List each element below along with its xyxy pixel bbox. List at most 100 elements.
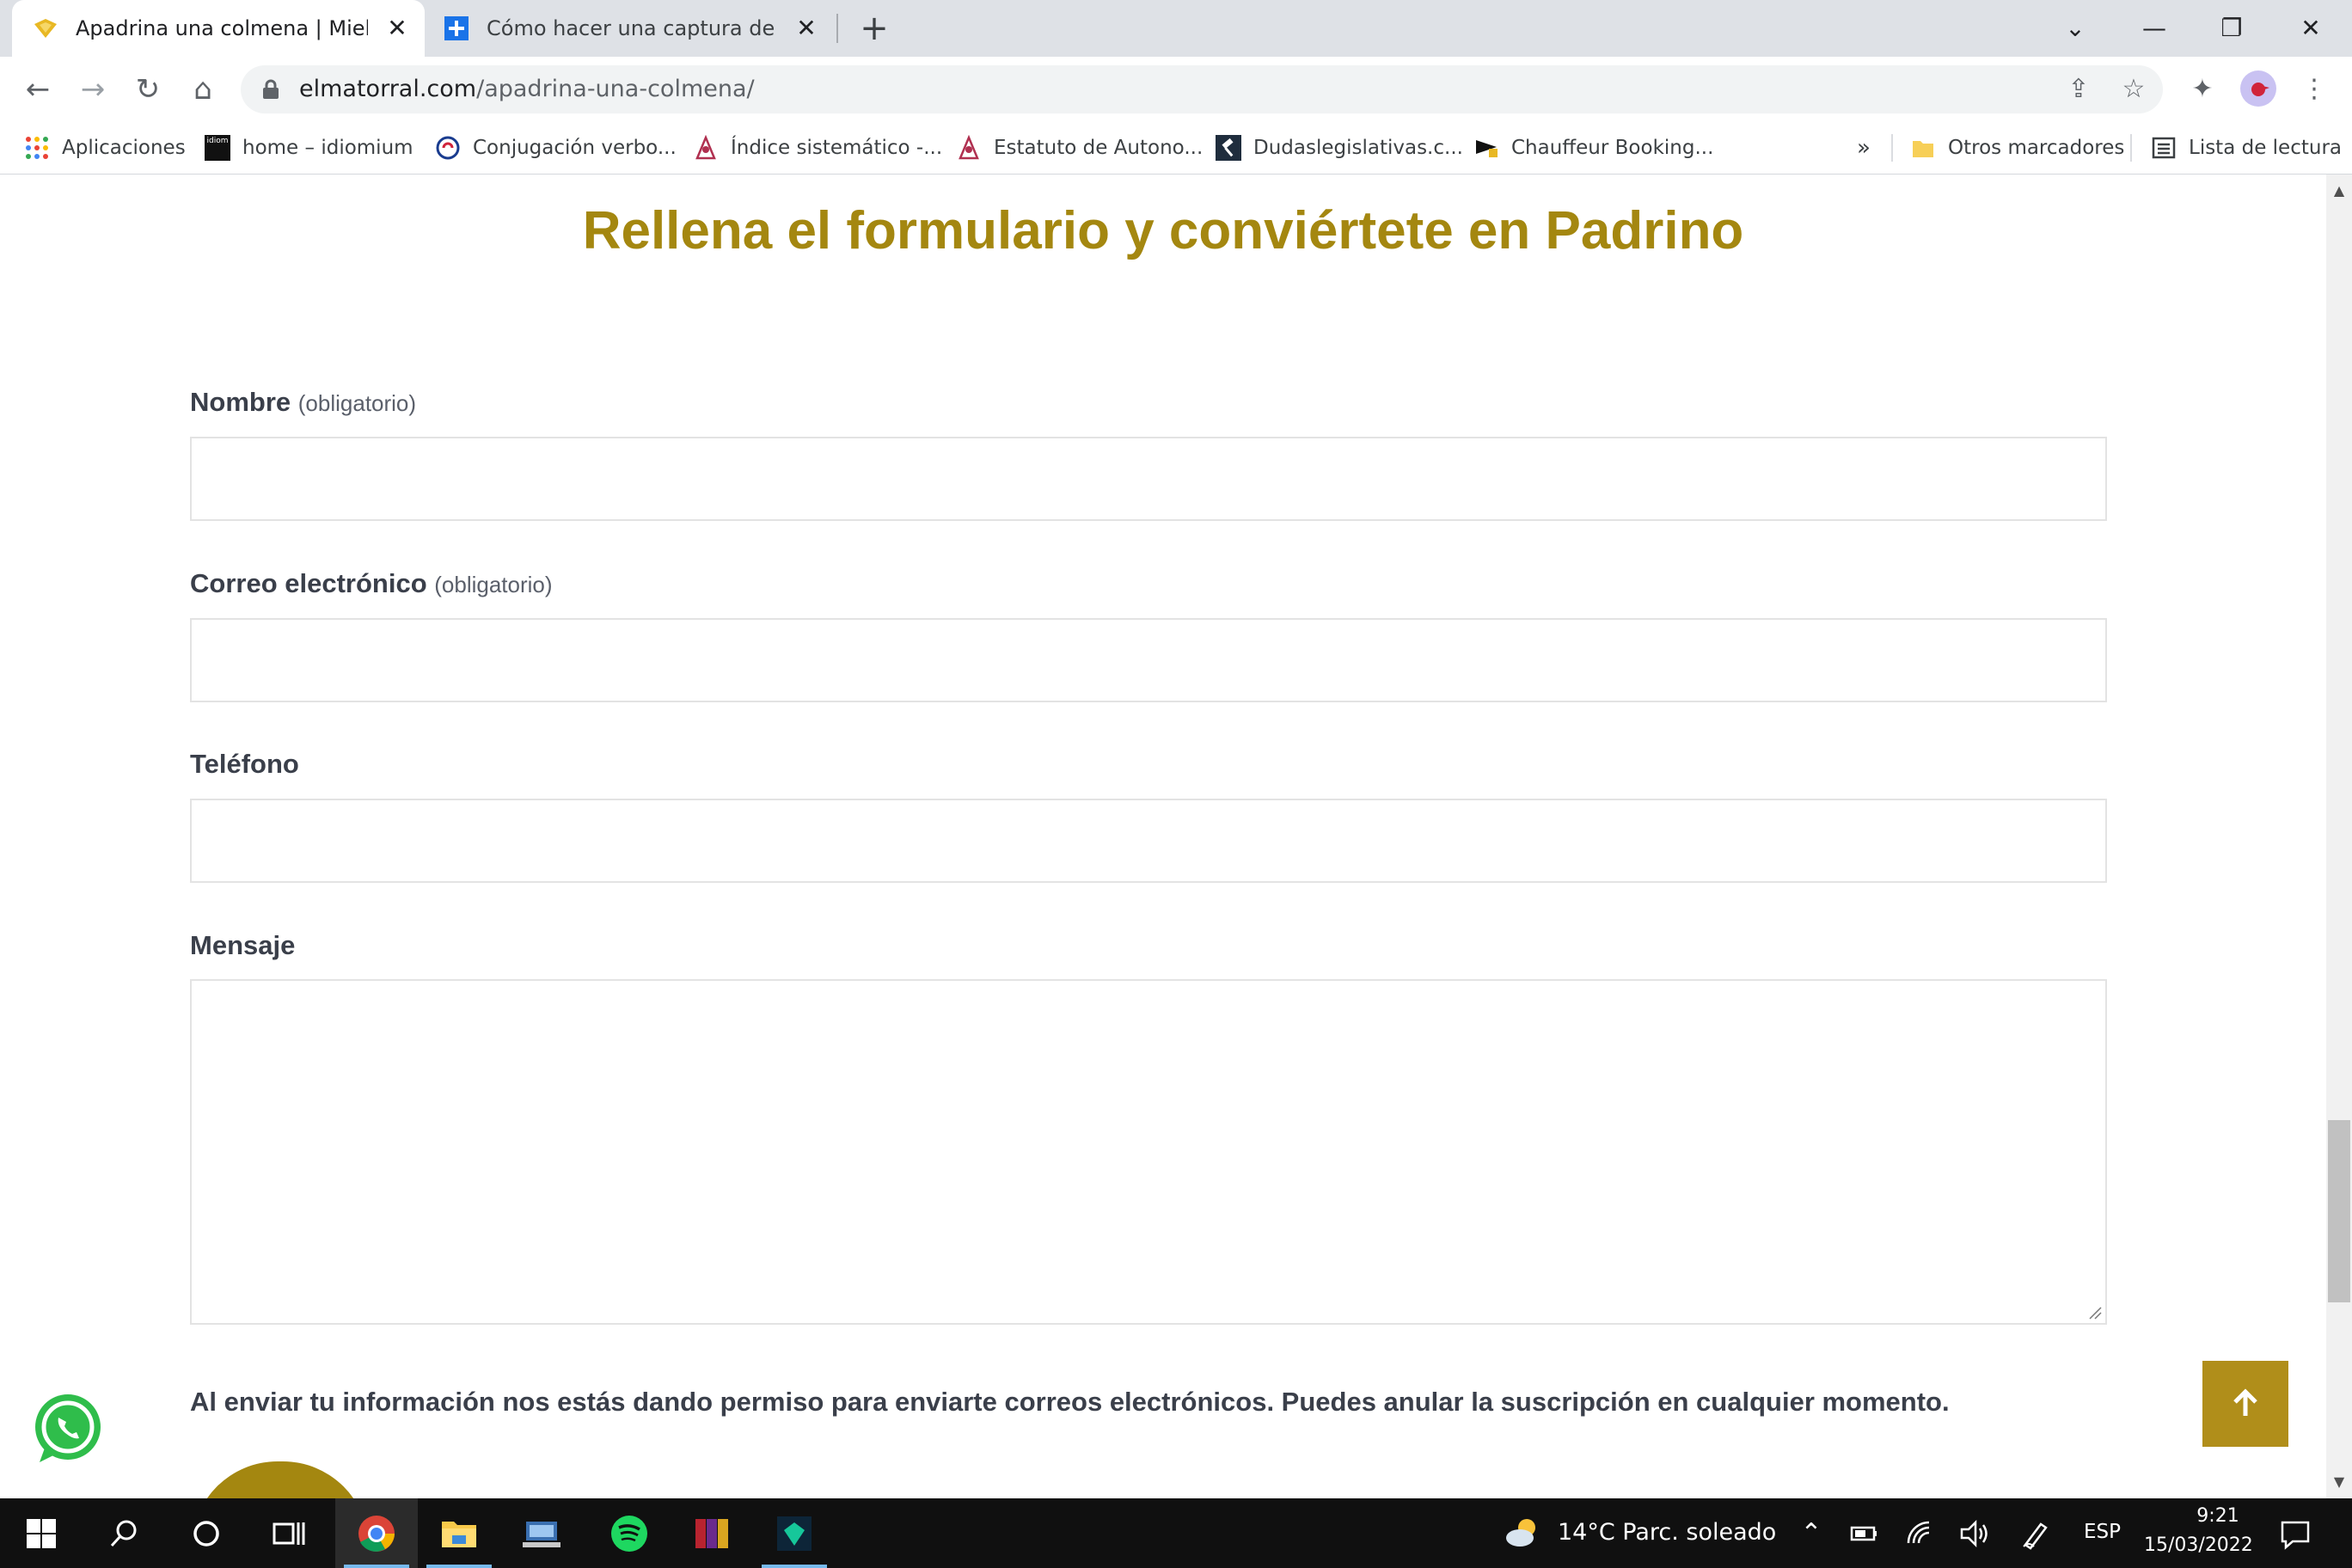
close-tab-icon[interactable]: ✕ xyxy=(385,16,409,40)
close-tab-icon[interactable]: ✕ xyxy=(794,16,818,40)
url-text[interactable]: elmatorral.com/apadrina-una-colmena/ xyxy=(299,65,755,113)
tab-strip: Apadrina una colmena | Miel de Los Raban… xyxy=(0,0,2352,57)
extensions-puzzle-icon[interactable]: ✦ xyxy=(2182,69,2223,110)
bookmark-dudaslegislativas[interactable]: Dudaslegislativas.c... xyxy=(1216,122,1463,174)
active-app-indicator xyxy=(344,1565,409,1568)
weather-text[interactable]: 14°C Parc. soleado xyxy=(1558,1519,1776,1546)
network-computer-icon xyxy=(523,1521,560,1547)
back-to-top-button[interactable] xyxy=(2202,1361,2288,1447)
search-button[interactable] xyxy=(83,1498,165,1568)
taskbar-winrar[interactable] xyxy=(671,1498,753,1568)
scroll-up-arrow-icon[interactable]: ▲ xyxy=(2326,178,2352,204)
search-icon xyxy=(110,1520,137,1547)
task-view-button[interactable] xyxy=(248,1498,330,1568)
page-scrollbar[interactable]: ▲ ▼ xyxy=(2326,175,2352,1498)
bookmark-estatuto[interactable]: Estatuto de Autono... xyxy=(956,122,1203,174)
folder-icon xyxy=(1913,141,1933,157)
boe-favicon-icon xyxy=(695,135,716,160)
bookmark-conjugacion[interactable]: Conjugación verbo... xyxy=(435,122,677,174)
scrollbar-thumb[interactable] xyxy=(2328,1120,2350,1302)
message-textarea[interactable] xyxy=(190,979,2107,1325)
notifications-icon[interactable] xyxy=(2280,1519,2311,1550)
plus-favicon-icon xyxy=(444,16,469,40)
profile-avatar[interactable] xyxy=(2240,70,2276,107)
taskbar-chrome[interactable] xyxy=(335,1498,418,1568)
submit-button[interactable] xyxy=(192,1461,369,1498)
reading-list-button[interactable]: Lista de lectura xyxy=(2151,122,2342,174)
bookmark-chauffeur[interactable]: Chauffeur Booking... xyxy=(1473,122,1713,174)
bookmarks-bar: Aplicaciones idiom home – idiomium Conju… xyxy=(0,122,2352,175)
reload-icon[interactable]: ↻ xyxy=(127,69,168,110)
browser-toolbar: ← → ↻ ⌂ elmatorral.com/apadrina-una-colm… xyxy=(0,57,2352,122)
tab-title: Apadrina una colmena | Miel de Los Raban… xyxy=(76,16,368,40)
field-label-correo: Correo electrónico (obligatorio) xyxy=(190,568,553,598)
bookmarks-overflow-button[interactable]: » xyxy=(1857,122,1871,174)
bookmark-separator xyxy=(1891,134,1893,162)
field-label-telefono: Teléfono xyxy=(190,749,299,779)
resize-grip-icon[interactable] xyxy=(2086,1304,2102,1320)
nombre-input[interactable] xyxy=(190,437,2107,521)
new-tab-button[interactable]: + xyxy=(855,10,893,48)
start-button[interactable] xyxy=(0,1498,83,1568)
back-arrow-icon[interactable]: ← xyxy=(17,69,58,110)
whatsapp-icon[interactable] xyxy=(31,1392,105,1466)
bookmark-separator xyxy=(2130,134,2132,162)
spotify-icon xyxy=(611,1515,647,1552)
cortana-button[interactable] xyxy=(165,1498,248,1568)
battery-icon[interactable] xyxy=(1848,1521,1879,1547)
idiomium-favicon-icon: idiom xyxy=(205,135,230,161)
gavel-favicon-icon xyxy=(1216,135,1241,161)
bookmark-aplicaciones[interactable]: Aplicaciones xyxy=(24,122,186,174)
bookmark-indice[interactable]: Índice sistemático -... xyxy=(693,122,942,174)
tab-title: Cómo hacer una captura de pantalla xyxy=(487,16,779,40)
field-label-mensaje: Mensaje xyxy=(190,930,296,960)
folder-icon xyxy=(442,1521,476,1547)
home-icon[interactable]: ⌂ xyxy=(182,69,224,110)
phone-input[interactable] xyxy=(190,799,2107,883)
page-title: Rellena el formulario y conviértete en P… xyxy=(582,201,1744,260)
boe-favicon-icon xyxy=(959,135,979,160)
running-app-indicator xyxy=(426,1565,492,1568)
windows-logo-icon xyxy=(27,1518,56,1548)
email-input[interactable] xyxy=(190,618,2107,702)
bookmark-idiomium[interactable]: idiom home – idiomium xyxy=(205,122,413,174)
chrome-icon xyxy=(358,1515,395,1552)
running-app-indicator xyxy=(762,1565,827,1568)
wifi-icon[interactable] xyxy=(1905,1519,1934,1548)
clock-date[interactable]: 15/03/2022 xyxy=(2144,1534,2253,1556)
taskbar-file-explorer[interactable] xyxy=(418,1498,500,1568)
reading-list-icon xyxy=(2152,137,2176,159)
restore-button[interactable]: ❐ xyxy=(2206,9,2257,48)
tab-search-chevron-icon[interactable]: ⌄ xyxy=(2049,9,2101,48)
clock-time[interactable]: 9:21 xyxy=(2175,1505,2261,1527)
page-content: Rellena el formulario y conviértete en P… xyxy=(0,175,2326,1498)
close-window-button[interactable]: ✕ xyxy=(2285,9,2337,48)
language-indicator[interactable]: ESP xyxy=(2084,1521,2121,1543)
taskbar-spotify[interactable] xyxy=(588,1498,671,1568)
pen-ink-icon[interactable] xyxy=(2020,1517,2053,1550)
tab-apadrina[interactable]: Apadrina una colmena | Miel de Los Raban… xyxy=(12,0,425,57)
taskbar-vpn-app[interactable] xyxy=(753,1498,836,1568)
show-hidden-icons-chevron-icon[interactable]: ⌃ xyxy=(1797,1519,1826,1548)
chauffeur-favicon-icon xyxy=(1476,140,1498,157)
tab-captura[interactable]: Cómo hacer una captura de pantalla ✕ xyxy=(430,0,834,57)
taskbar-network-app[interactable] xyxy=(500,1498,583,1568)
address-bar[interactable]: elmatorral.com/apadrina-una-colmena/ ⇪ ☆ xyxy=(241,65,2163,113)
bookmark-star-icon[interactable]: ☆ xyxy=(2120,76,2147,103)
conjugacion-favicon-icon xyxy=(436,136,460,160)
scroll-down-arrow-icon[interactable]: ▼ xyxy=(2326,1469,2352,1495)
tab-separator xyxy=(836,14,838,43)
task-view-icon xyxy=(273,1522,305,1545)
minimize-button[interactable]: — xyxy=(2128,9,2180,48)
archive-books-icon xyxy=(695,1518,728,1548)
forward-arrow-icon[interactable]: → xyxy=(72,69,113,110)
lock-icon[interactable] xyxy=(260,78,282,101)
field-label-nombre: Nombre (obligatorio) xyxy=(190,387,417,417)
arrow-up-icon xyxy=(2233,1388,2257,1416)
menu-kebab-icon[interactable]: ⋮ xyxy=(2294,69,2335,110)
bookmark-otros-marcadores[interactable]: Otros marcadores xyxy=(1910,122,2124,174)
share-icon[interactable]: ⇪ xyxy=(2065,76,2092,103)
shield-app-icon xyxy=(777,1516,812,1551)
volume-icon[interactable] xyxy=(1958,1519,1989,1548)
weather-partly-sunny-icon[interactable] xyxy=(1503,1514,1540,1552)
